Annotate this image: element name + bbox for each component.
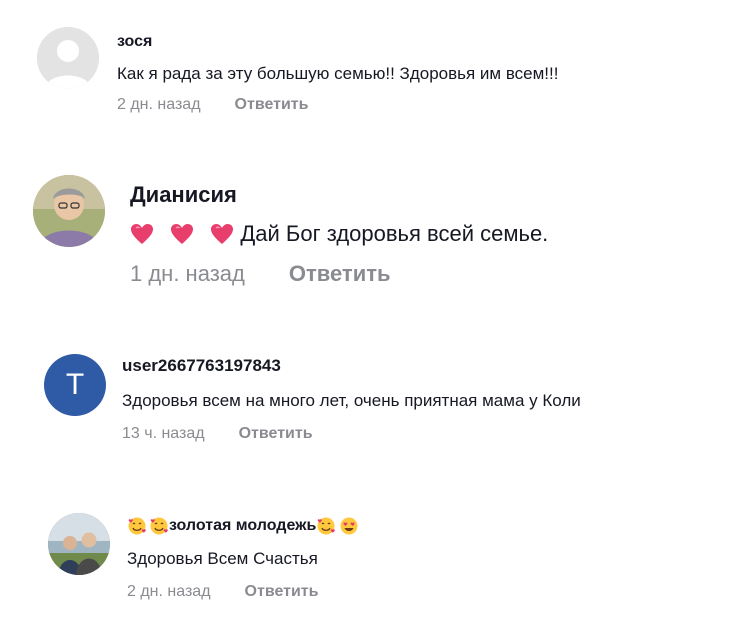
user-avatar[interactable] bbox=[37, 27, 99, 89]
comment-text: Здоровья Всем Счастья bbox=[127, 549, 318, 568]
heart-icon bbox=[211, 224, 234, 245]
photo-avatar-icon bbox=[48, 513, 110, 575]
comment-text-row: Дай Бог здоровья всей семье. bbox=[130, 220, 548, 247]
comment-meta: 1 дн. назад Ответить bbox=[130, 261, 548, 287]
default-user-avatar-icon bbox=[37, 27, 99, 89]
smiling-face-with-hearts-icon bbox=[128, 517, 146, 535]
comment-username[interactable]: зося bbox=[117, 33, 558, 51]
comment-username[interactable]: золотая молодежь bbox=[169, 517, 316, 534]
user-avatar[interactable] bbox=[48, 513, 110, 575]
comment-timestamp: 1 дн. назад bbox=[130, 261, 245, 287]
comment-text: Здоровья всем на много лет, очень приятн… bbox=[122, 391, 581, 410]
smiling-face-with-hearts-icon bbox=[317, 517, 336, 535]
reply-button[interactable]: Ответить bbox=[239, 425, 313, 443]
comment-meta: 2 дн. назад Ответить bbox=[117, 96, 558, 114]
user-avatar[interactable]: T bbox=[44, 354, 106, 416]
comment-text: Как я рада за эту большую семью!! Здоров… bbox=[117, 64, 559, 83]
comment-timestamp: 2 дн. назад bbox=[127, 583, 211, 600]
smiling-face-with-heart-eyes-icon bbox=[340, 517, 358, 535]
smiling-face-with-hearts-icon bbox=[150, 517, 168, 535]
comment-username-row[interactable]: золотая молодежь bbox=[127, 516, 359, 536]
avatar-letter: T bbox=[65, 368, 85, 401]
comment-meta: 2 дн. назад Ответить bbox=[127, 583, 359, 601]
comment-meta: 13 ч. назад Ответить bbox=[122, 425, 581, 443]
heart-icon bbox=[171, 224, 194, 245]
reply-button[interactable]: Ответить bbox=[245, 583, 319, 601]
reply-button[interactable]: Ответить bbox=[235, 96, 309, 114]
comment-timestamp: 13 ч. назад bbox=[122, 425, 205, 442]
user-avatar[interactable] bbox=[33, 175, 105, 247]
comment-username[interactable]: Дианисия bbox=[130, 182, 548, 208]
comment-username[interactable]: user2667763197843 bbox=[122, 356, 581, 376]
photo-avatar-icon bbox=[33, 175, 105, 247]
reply-button[interactable]: Ответить bbox=[289, 261, 391, 287]
comment-timestamp: 2 дн. назад bbox=[117, 96, 201, 113]
heart-icon bbox=[131, 224, 153, 245]
comment-text: Дай Бог здоровья всей семье. bbox=[240, 221, 549, 247]
